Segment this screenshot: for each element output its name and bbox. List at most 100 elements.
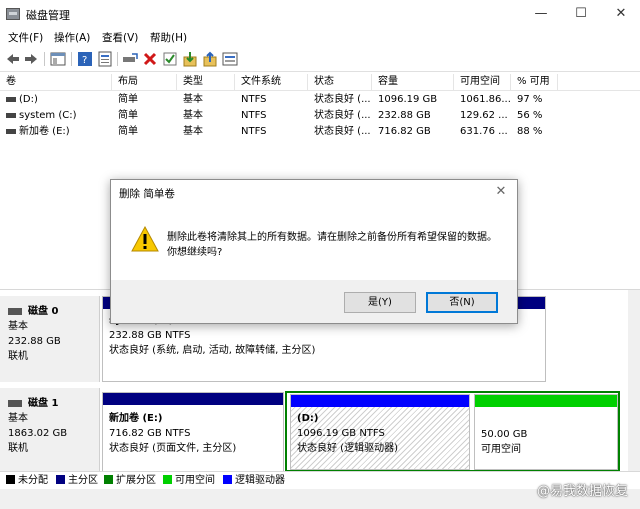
partition-status: 可用空间 (481, 444, 521, 455)
partition-status: 状态良好 (系统, 启动, 活动, 故障转储, 主分区) (109, 345, 316, 356)
free-space-cell: 631.76 ... (460, 126, 508, 137)
import-icon[interactable] (182, 51, 198, 67)
percent-free-cell: 56 % (517, 110, 543, 121)
column-header-type[interactable]: 类型 (177, 74, 235, 91)
legend-swatch (56, 475, 65, 484)
percent-free-cell: 88 % (517, 126, 543, 137)
type-cell: 基本 (183, 126, 203, 137)
legend-swatch (6, 475, 15, 484)
partition-d[interactable]: (D:) 1096.19 GB NTFS 状态良好 (逻辑驱动器) (290, 394, 470, 470)
partition-title: 新加卷 (E:) (109, 413, 163, 424)
column-header-percent-free[interactable]: % 可用 (511, 74, 558, 91)
table-row[interactable]: system (C:) 简单 基本 NTFS 状态良好 (... 232.88 … (0, 108, 560, 124)
free-space-bar (475, 395, 617, 407)
vertical-scrollbar[interactable] (628, 290, 640, 472)
check-icon[interactable] (162, 51, 178, 67)
dialog-footer: 是(Y) 否(N) (111, 280, 517, 323)
delete-volume-dialog: 删除 简单卷 ✕ 删除此卷将清除其上的所有数据。请在删除之前备份所有希望保留的数… (110, 179, 518, 324)
menu-action[interactable]: 操作(A) (54, 30, 90, 45)
dialog-message: 删除此卷将清除其上的所有数据。请在删除之前备份所有希望保留的数据。你想继续吗? (167, 232, 497, 258)
capacity-cell: 1096.19 GB (378, 94, 438, 105)
svg-text:?: ? (82, 55, 87, 66)
menu-file[interactable]: 文件(F) (8, 30, 43, 45)
filesystem-cell: NTFS (241, 126, 267, 137)
legend-item: 可用空间 (163, 475, 215, 487)
column-header-volume[interactable]: 卷 (0, 74, 112, 91)
legend-item: 未分配 (6, 475, 48, 487)
console-icon[interactable] (50, 51, 66, 67)
title-bar: 磁盘管理 — ☐ ✕ (0, 0, 640, 28)
disk-size: 232.88 GB (8, 336, 61, 347)
view-icon[interactable] (222, 51, 238, 67)
status-cell: 状态良好 (... (314, 110, 371, 121)
disk-0-label[interactable]: 磁盘 0 基本 232.88 GB 联机 (0, 296, 100, 382)
volume-list-header: 卷 布局 类型 文件系统 状态 容量 可用空间 % 可用 (0, 74, 640, 91)
dialog-close-button[interactable]: ✕ (491, 182, 511, 202)
column-header-layout[interactable]: 布局 (112, 74, 177, 91)
volume-icon (6, 128, 16, 134)
disk-icon (8, 307, 22, 315)
disk-1-label[interactable]: 磁盘 1 基本 1863.02 GB 联机 (0, 388, 100, 472)
help-icon[interactable]: ? (77, 51, 93, 67)
dialog-body: 删除此卷将清除其上的所有数据。请在删除之前备份所有希望保留的数据。你想继续吗? (111, 208, 517, 280)
column-header-capacity[interactable]: 容量 (372, 74, 454, 91)
disk-name: 磁盘 0 (8, 304, 99, 319)
connect-drive-icon[interactable] (122, 51, 138, 67)
table-row[interactable]: 新加卷 (E:) 简单 基本 NTFS 状态良好 (... 716.82 GB … (0, 124, 560, 140)
volume-cell: 新加卷 (E:) (0, 124, 112, 140)
legend-item: 逻辑驱动器 (223, 475, 285, 487)
watermark: @易我数据恢复 (536, 484, 628, 499)
disk-type: 基本 (8, 413, 28, 424)
layout-cell: 简单 (118, 110, 138, 121)
menu-help[interactable]: 帮助(H) (150, 30, 187, 45)
partition-size: 1096.19 GB NTFS (297, 428, 385, 439)
partition-size: 716.82 GB NTFS (109, 428, 191, 439)
close-button[interactable]: ✕ (606, 4, 636, 24)
capacity-cell: 716.82 GB (378, 126, 431, 137)
free-space-cell: 129.62 ... (460, 110, 508, 121)
table-row[interactable]: (D:) 简单 基本 NTFS 状态良好 (... 1096.19 GB 106… (0, 92, 560, 108)
volume-icon (6, 112, 16, 118)
column-header-filesystem[interactable]: 文件系统 (235, 74, 308, 91)
partition-size: 232.88 GB NTFS (109, 330, 191, 341)
disk-status: 联机 (8, 351, 28, 362)
disk-name: 磁盘 1 (8, 396, 99, 411)
maximize-button[interactable]: ☐ (566, 4, 596, 24)
layout-cell: 简单 (118, 94, 138, 105)
no-button[interactable]: 否(N) (426, 292, 498, 313)
forward-icon[interactable] (23, 51, 39, 67)
primary-partition-bar (103, 393, 283, 405)
yes-button[interactable]: 是(Y) (344, 292, 416, 313)
minimize-button[interactable]: — (526, 4, 556, 24)
back-icon[interactable] (5, 51, 21, 67)
menu-bar: 文件(F) 操作(A) 查看(V) 帮助(H) (0, 28, 640, 47)
partition-size: 50.00 GB (481, 429, 528, 440)
menu-view[interactable]: 查看(V) (102, 30, 138, 45)
percent-free-cell: 97 % (517, 94, 543, 105)
partition-status: 状态良好 (逻辑驱动器) (297, 443, 398, 454)
toolbar-separator (44, 52, 45, 66)
volume-cell: system (C:) (0, 108, 112, 124)
layout-cell: 简单 (118, 126, 138, 137)
logical-drive-bar (291, 395, 469, 407)
delete-icon[interactable] (142, 51, 158, 67)
column-header-status[interactable]: 状态 (308, 74, 372, 91)
partition-new-volume-e[interactable]: 新加卷 (E:) 716.82 GB NTFS 状态良好 (页面文件, 主分区) (102, 392, 284, 472)
disk-status: 联机 (8, 443, 28, 454)
disk-management-icon (6, 8, 20, 20)
export-icon[interactable] (202, 51, 218, 67)
partition-status: 状态良好 (页面文件, 主分区) (109, 443, 237, 454)
legend-swatch (104, 475, 113, 484)
column-header-free-space[interactable]: 可用空间 (454, 74, 511, 91)
legend-item: 主分区 (56, 475, 98, 487)
disk-icon (8, 399, 22, 407)
properties-icon[interactable] (97, 51, 113, 67)
capacity-cell: 232.88 GB (378, 110, 431, 121)
legend-item: 扩展分区 (104, 475, 156, 487)
type-cell: 基本 (183, 94, 203, 105)
free-space-partition[interactable]: 50.00 GB 可用空间 (474, 394, 618, 470)
volume-cell: (D:) (0, 92, 112, 108)
window-title: 磁盘管理 (26, 9, 70, 22)
toolbar: ? (0, 47, 640, 72)
legend-swatch (223, 475, 232, 484)
